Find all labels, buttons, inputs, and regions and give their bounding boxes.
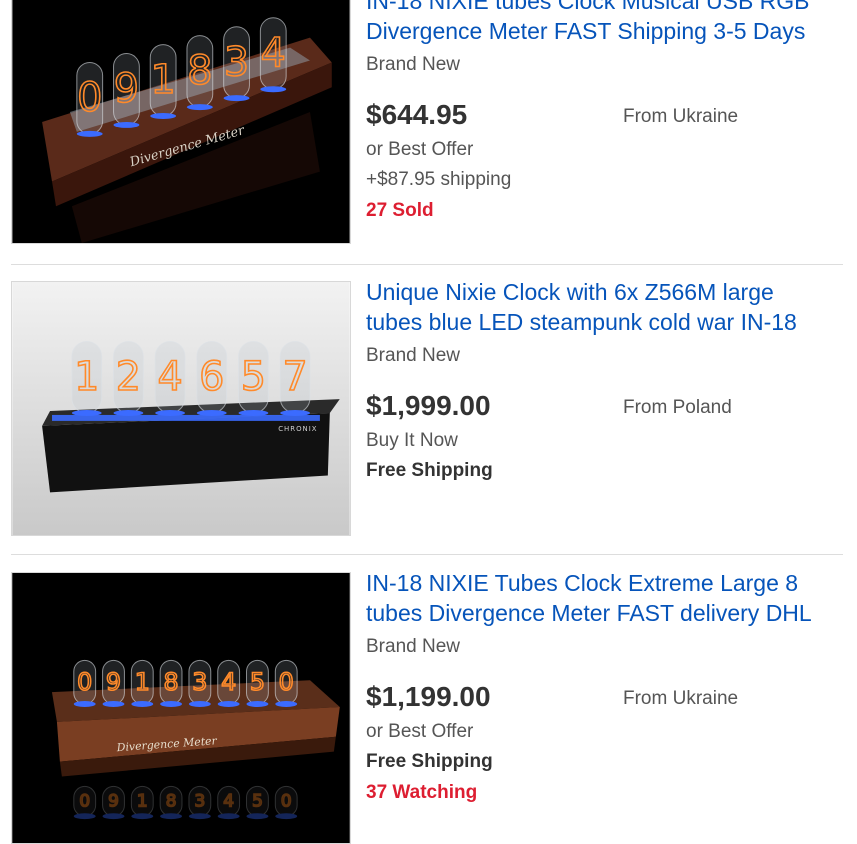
nixie-digit: 4 [261, 30, 286, 76]
title-line: IN-18 NIXIE Tubes Clock Extreme Large 8 [366, 570, 799, 596]
nixie-digit: 9 [108, 791, 119, 811]
item-image[interactable]: 124657 CHRONIX [11, 281, 351, 536]
led-glow [102, 701, 125, 708]
nixie-digit: 0 [77, 75, 102, 121]
led-glow [113, 409, 144, 416]
item-location: From Ukraine [623, 688, 739, 709]
led-glow [196, 409, 227, 416]
nixie-digit: 1 [151, 57, 176, 103]
led-glow [188, 813, 211, 820]
led-glow [73, 813, 96, 820]
nixie-digit: 7 [282, 354, 307, 400]
led-glow [102, 813, 125, 820]
item-image[interactable]: 09183450 Divergence Meter 09183450 [11, 572, 351, 844]
item-format: or Best Offer [366, 721, 474, 742]
nixie-digit: 8 [163, 668, 178, 696]
nixie-clock-image: 124657 CHRONIX [12, 282, 350, 535]
item-image[interactable]: 091834 Divergence Meter [11, 0, 351, 244]
nixie-clock-image: 09183450 Divergence Meter 09183450 [12, 573, 350, 843]
led-glow [113, 121, 140, 128]
led-glow [71, 409, 102, 416]
item-price: $644.95 [366, 99, 468, 130]
nixie-clock-image: 091834 Divergence Meter [12, 0, 350, 243]
nixie-digit: 4 [223, 791, 234, 811]
nixie-digit: 1 [137, 791, 148, 811]
led-glow [131, 701, 154, 708]
title-line: tubes blue LED steampunk cold war IN-18 [366, 309, 797, 335]
brand-mark: CHRONIX [278, 425, 317, 433]
divider [11, 264, 843, 265]
nixie-digit: 6 [199, 354, 224, 400]
divider [11, 554, 843, 555]
nixie-digit: 4 [157, 354, 182, 400]
led-glow [223, 95, 250, 102]
nixie-digit: 0 [281, 791, 292, 811]
led-glow [160, 701, 182, 708]
nixie-digit: 3 [192, 668, 207, 696]
led-glow [275, 813, 298, 820]
title-line: tubes Divergence Meter FAST delivery DHL [366, 600, 812, 626]
title-line: IN-18 NIXIE tubes Clock Musical USB RGB [366, 0, 810, 14]
nixie-digit: 1 [135, 668, 150, 696]
led-glow [217, 701, 240, 708]
led-glow [280, 409, 310, 416]
led-glow [246, 813, 269, 820]
led-glow [246, 701, 269, 708]
led-glow [155, 409, 185, 416]
led-glow [275, 701, 298, 708]
nixie-digit: 5 [252, 791, 263, 811]
item-title-link[interactable]: IN-18 NIXIE tubes Clock Musical USB RGB … [366, 0, 846, 46]
item-shipping: +$87.95 shipping [366, 169, 512, 190]
item-watching-count: 37 Watching [366, 782, 478, 803]
nixie-digit: 3 [224, 39, 249, 85]
led-glow [73, 701, 96, 708]
nixie-digit: 0 [77, 668, 92, 696]
item-location: From Poland [623, 397, 732, 418]
item-condition: Brand New [366, 636, 460, 657]
title-line: Unique Nixie Clock with 6x Z566M large [366, 279, 774, 305]
item-location: From Ukraine [623, 106, 739, 127]
item-format: or Best Offer [366, 139, 474, 160]
led-glow [186, 104, 213, 111]
item-shipping: Free Shipping [366, 460, 493, 481]
item-shipping: Free Shipping [366, 751, 493, 772]
item-format: Buy It Now [366, 430, 458, 451]
item-title-link[interactable]: IN-18 NIXIE Tubes Clock Extreme Large 8 … [366, 568, 846, 628]
nixie-digit: 2 [116, 354, 141, 400]
nixie-digit: 8 [187, 48, 212, 94]
led-glow [131, 813, 154, 820]
nixie-digit: 9 [114, 66, 139, 112]
nixie-digit: 0 [79, 791, 90, 811]
led-glow [217, 813, 240, 820]
title-line: Divergence Meter FAST Shipping 3-5 Days [366, 18, 806, 44]
led-glow [76, 130, 103, 137]
item-condition: Brand New [366, 345, 460, 366]
led-glow [238, 409, 269, 416]
nixie-digit: 8 [166, 791, 177, 811]
nixie-digit: 3 [194, 791, 205, 811]
nixie-digit: 5 [241, 354, 266, 400]
nixie-digit: 1 [74, 354, 99, 400]
item-condition: Brand New [366, 54, 460, 75]
nixie-digit: 9 [106, 668, 121, 696]
item-sold-count: 27 Sold [366, 200, 434, 221]
item-title-link[interactable]: Unique Nixie Clock with 6x Z566M large t… [366, 277, 846, 337]
nixie-digit: 4 [221, 668, 236, 696]
led-glow [150, 113, 177, 119]
item-price: $1,199.00 [366, 681, 491, 712]
led-glow [260, 86, 287, 93]
item-price: $1,999.00 [366, 390, 491, 421]
led-glow [188, 701, 211, 708]
nixie-digit: 5 [250, 668, 265, 696]
led-glow [160, 813, 182, 820]
nixie-digit: 0 [279, 668, 294, 696]
